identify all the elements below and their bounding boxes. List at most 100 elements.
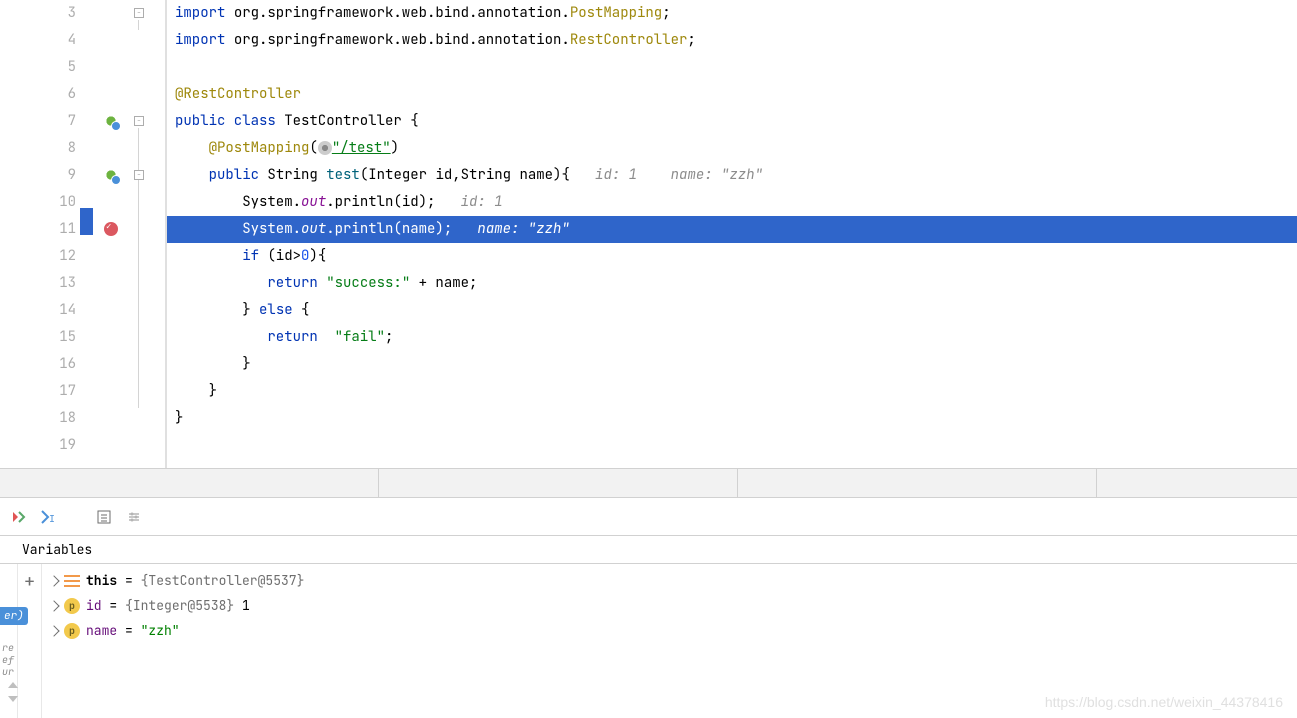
chevron-right-icon[interactable] (48, 575, 59, 586)
variables-tab[interactable]: Variables (0, 536, 1297, 564)
url-string[interactable]: "/test" (332, 139, 391, 157)
variable-row-id[interactable]: p id = {Integer@5538} 1 (42, 593, 1297, 618)
punct: ; (662, 4, 670, 22)
var-eq: = (117, 622, 140, 639)
spring-bean-icon[interactable] (103, 113, 119, 129)
code-editor[interactable]: 3 4 5 6 7 8 9 10 11 12 13 14 15 16 17 18… (0, 0, 1297, 468)
line-number[interactable]: 9 (0, 162, 76, 189)
line-number[interactable]: 10 (0, 189, 76, 216)
punct: ; (385, 328, 393, 346)
chevron-right-icon[interactable] (48, 600, 59, 611)
var-eq: = (102, 597, 125, 614)
punct: ) (391, 139, 399, 157)
expr: + name; (410, 274, 477, 292)
code-line-current[interactable]: System.out.println(name); name: "zzh" (167, 216, 1297, 243)
line-number[interactable]: 16 (0, 351, 76, 378)
breadcrumb-segment[interactable] (738, 469, 1097, 497)
line-number[interactable]: 15 (0, 324, 76, 351)
gutter-highlight (80, 208, 93, 235)
keyword: if (242, 247, 267, 265)
punct: { (293, 301, 310, 319)
var-value: {Integer@5538} (125, 597, 242, 614)
line-number[interactable]: 18 (0, 405, 76, 432)
code-line[interactable]: @PostMapping("/test") (167, 135, 1297, 162)
line-number[interactable]: 13 (0, 270, 76, 297)
line-number[interactable]: 19 (0, 432, 76, 459)
line-number[interactable]: 8 (0, 135, 76, 162)
spring-mapping-icon[interactable] (103, 167, 119, 183)
var-name: this (86, 572, 117, 589)
code-line[interactable]: return "success:" + name; (167, 270, 1297, 297)
code-line[interactable]: } (167, 378, 1297, 405)
var-name: name (86, 622, 117, 639)
annotation: @RestController (175, 85, 301, 103)
keyword: else (259, 301, 293, 319)
line-number[interactable]: 7 (0, 108, 76, 135)
gutter: 3 4 5 6 7 8 9 10 11 12 13 14 15 16 17 18… (0, 0, 167, 468)
code-area[interactable]: import org.springframework.web.bind.anno… (167, 0, 1297, 468)
code-line[interactable] (167, 54, 1297, 81)
line-number[interactable]: 14 (0, 297, 76, 324)
code-line[interactable]: System.out.println(id); id: 1 (167, 189, 1297, 216)
keyword: public (209, 166, 268, 184)
line-number[interactable]: 12 (0, 243, 76, 270)
code-line[interactable]: } (167, 351, 1297, 378)
keyword: import (175, 31, 234, 49)
breadcrumb-segment[interactable] (379, 469, 738, 497)
breakpoint-icon[interactable] (104, 222, 118, 236)
add-watch-button[interactable]: + (24, 570, 35, 593)
fold-toggle-icon[interactable]: − (134, 116, 144, 126)
punct: ( (309, 139, 317, 157)
breadcrumb-segment[interactable] (0, 469, 379, 497)
line-number[interactable]: 11 (0, 216, 76, 243)
breadcrumb-bar (0, 468, 1297, 498)
rerun-icon[interactable] (8, 507, 28, 527)
code-line[interactable] (167, 432, 1297, 459)
svg-text:I: I (49, 512, 55, 525)
punct: } (175, 409, 183, 427)
package-path: org.springframework.web.bind.annotation. (234, 31, 570, 49)
icon-gutter (94, 0, 130, 468)
line-number[interactable]: 17 (0, 378, 76, 405)
watch-strip: er) reefur (0, 564, 18, 718)
param-icon: p (64, 598, 80, 614)
muted-text: reefur (2, 642, 14, 678)
calculator-icon[interactable] (94, 507, 114, 527)
breadcrumb-segment[interactable] (1097, 469, 1297, 497)
fold-toggle-icon[interactable]: − (134, 8, 144, 18)
step-icon[interactable]: I (38, 507, 58, 527)
punct: } (209, 382, 217, 400)
chevron-right-icon[interactable] (48, 625, 59, 636)
arrow-up-icon[interactable] (8, 682, 18, 688)
code-line[interactable]: } (167, 405, 1297, 432)
punct: } (242, 301, 259, 319)
line-number[interactable]: 3 (0, 0, 76, 27)
code-line[interactable]: import org.springframework.web.bind.anno… (167, 27, 1297, 54)
punct: } (242, 355, 250, 373)
code-line[interactable]: if (id>0){ (167, 243, 1297, 270)
keyword: import (175, 4, 234, 22)
variables-label: Variables (22, 541, 92, 558)
var-string: "zzh" (141, 622, 180, 639)
type-hint-badge: er) (0, 607, 28, 625)
code-line[interactable]: } else { (167, 297, 1297, 324)
var-eq: = (117, 572, 140, 589)
field: out (301, 193, 326, 211)
debug-toolbar: I (0, 498, 1297, 536)
code-line[interactable]: public String test(Integer id,String nam… (167, 162, 1297, 189)
param-icon: p (64, 623, 80, 639)
line-number[interactable]: 5 (0, 54, 76, 81)
code-line[interactable]: @RestController (167, 81, 1297, 108)
globe-icon[interactable] (318, 141, 332, 155)
line-number[interactable]: 4 (0, 27, 76, 54)
code-line[interactable]: public class TestController { (167, 108, 1297, 135)
line-number[interactable]: 6 (0, 81, 76, 108)
code-line[interactable]: import org.springframework.web.bind.anno… (167, 0, 1297, 27)
variable-row-name[interactable]: p name = "zzh" (42, 618, 1297, 643)
arrow-down-icon[interactable] (8, 696, 18, 702)
fold-toggle-icon[interactable]: − (134, 170, 144, 180)
code-line[interactable]: return "fail"; (167, 324, 1297, 351)
expr: (id> (267, 247, 301, 265)
settings-icon[interactable] (124, 507, 144, 527)
variable-row-this[interactable]: this = {TestController@5537} (42, 568, 1297, 593)
